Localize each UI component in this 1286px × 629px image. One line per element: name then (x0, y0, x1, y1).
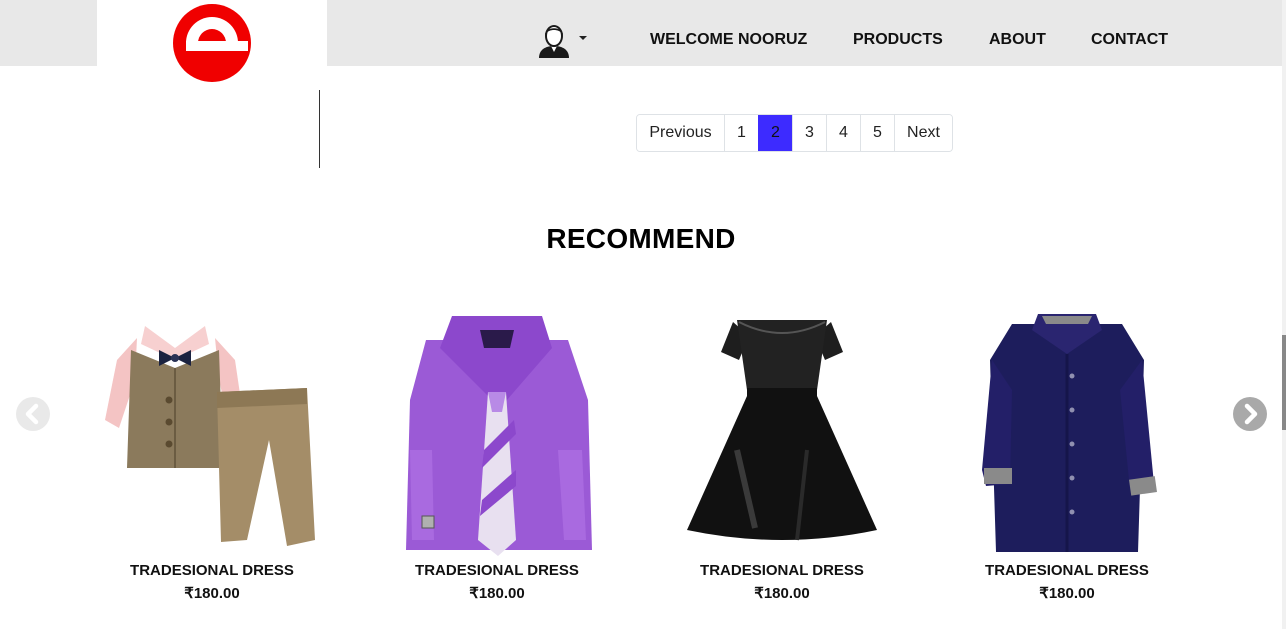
carousel-next-button[interactable] (1233, 397, 1267, 431)
nav-products-link[interactable]: PRODUCTS (853, 31, 943, 49)
pagination-previous[interactable]: Previous (637, 115, 724, 151)
vertical-divider (319, 90, 320, 168)
user-avatar-icon[interactable] (537, 24, 571, 58)
page-scrollbar[interactable] (1282, 0, 1286, 629)
chevron-left-icon[interactable] (16, 397, 50, 431)
nav-about-link[interactable]: ABOUT (989, 31, 1046, 49)
purple-shirt-tie-image[interactable] (382, 300, 612, 558)
pagination-page-4[interactable]: 4 (826, 115, 860, 151)
pagination: Previous 1 2 3 4 5 Next (636, 114, 953, 152)
pagination-page-1[interactable]: 1 (724, 115, 758, 151)
product-name[interactable]: TRADESIONAL DRESS (952, 562, 1182, 579)
black-dress-image[interactable] (667, 300, 897, 558)
scrollbar-thumb[interactable] (1282, 335, 1286, 430)
product-card[interactable]: TRADESIONAL DRESS ₹180.00 (667, 300, 897, 610)
e-logo-icon[interactable] (172, 3, 252, 83)
logo-container[interactable] (97, 0, 327, 90)
recommend-heading: RECOMMEND (546, 223, 736, 254)
kids-suit-image[interactable] (97, 300, 327, 558)
nav-welcome-user[interactable]: WELCOME NOORUZ (650, 31, 807, 49)
product-price: ₹180.00 (1039, 585, 1095, 602)
product-name[interactable]: TRADESIONAL DRESS (97, 562, 327, 579)
pagination-page-2-active[interactable]: 2 (758, 115, 792, 151)
pagination-page-3[interactable]: 3 (792, 115, 826, 151)
product-card[interactable]: TRADESIONAL DRESS ₹180.00 (97, 300, 327, 610)
pagination-next[interactable]: Next (894, 115, 952, 151)
product-price: ₹180.00 (184, 585, 240, 602)
top-navbar: WELCOME NOORUZ PRODUCTS ABOUT CONTACT (0, 0, 1282, 90)
pagination-page-5[interactable]: 5 (860, 115, 894, 151)
product-price: ₹180.00 (754, 585, 810, 602)
navy-shirt-image[interactable] (952, 300, 1182, 558)
chevron-right-icon[interactable] (1233, 397, 1267, 431)
nav-contact-link[interactable]: CONTACT (1091, 31, 1168, 49)
product-price: ₹180.00 (469, 585, 525, 602)
product-name[interactable]: TRADESIONAL DRESS (382, 562, 612, 579)
product-card[interactable]: TRADESIONAL DRESS ₹180.00 (382, 300, 612, 610)
chevron-down-icon[interactable] (579, 36, 587, 40)
product-card[interactable]: TRADESIONAL DRESS ₹180.00 (952, 300, 1182, 610)
product-name[interactable]: TRADESIONAL DRESS (667, 562, 897, 579)
carousel-prev-button[interactable] (16, 397, 50, 431)
user-dropdown[interactable] (537, 24, 593, 58)
